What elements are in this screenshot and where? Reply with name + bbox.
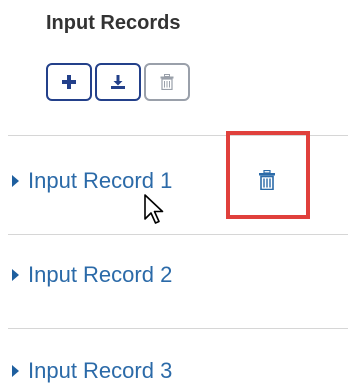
- caret-right-icon[interactable]: [12, 175, 19, 187]
- divider: [8, 328, 348, 329]
- panel-title: Input Records: [46, 12, 181, 34]
- caret-right-icon[interactable]: [12, 269, 19, 281]
- record-label[interactable]: Input Record 1: [28, 168, 172, 194]
- arrow-cursor-icon: [144, 194, 164, 224]
- divider: [8, 234, 348, 235]
- record-row-1[interactable]: Input Record 1: [12, 168, 172, 194]
- add-record-button[interactable]: [46, 63, 92, 101]
- records-toolbar: [46, 63, 190, 101]
- input-records-panel: Input Records Input Record 1 Input Recor…: [0, 0, 348, 388]
- record-label[interactable]: Input Record 2: [28, 262, 172, 288]
- delete-all-button[interactable]: [144, 63, 190, 101]
- record-label[interactable]: Input Record 3: [28, 358, 172, 384]
- trash-icon: [160, 74, 174, 90]
- caret-right-icon[interactable]: [12, 365, 19, 377]
- record-row-2[interactable]: Input Record 2: [12, 262, 172, 288]
- record-row-3[interactable]: Input Record 3: [12, 358, 172, 384]
- download-icon: [111, 75, 125, 89]
- highlight-box: [226, 131, 310, 219]
- plus-icon: [62, 75, 76, 89]
- download-record-button[interactable]: [95, 63, 141, 101]
